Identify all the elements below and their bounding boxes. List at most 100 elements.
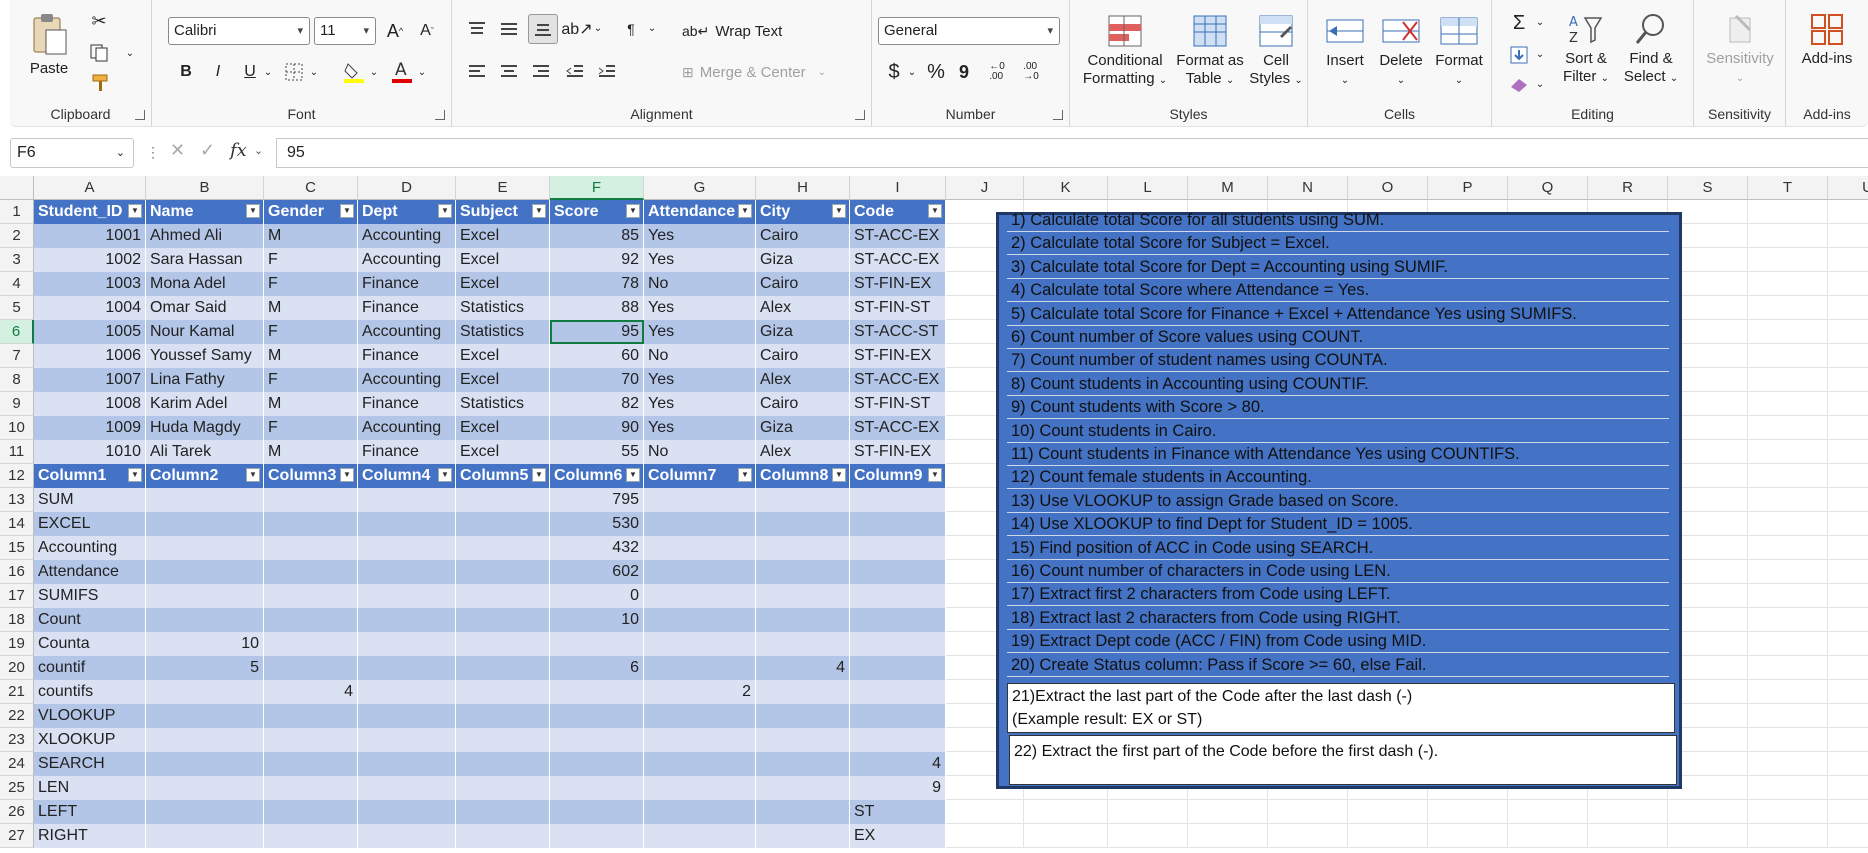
chevron-down-icon[interactable]: ⌄ <box>592 20 604 36</box>
empty-cell[interactable] <box>1748 200 1828 224</box>
empty-cell[interactable] <box>1268 824 1348 848</box>
chevron-down-icon[interactable]: ⌄ <box>262 62 274 82</box>
table-cell[interactable]: Lina Fathy <box>146 368 264 392</box>
font-launcher-icon[interactable] <box>435 110 445 120</box>
table-cell[interactable] <box>756 680 850 704</box>
table-cell[interactable] <box>358 728 456 752</box>
borders-icon[interactable] <box>282 60 306 84</box>
table-header-cell[interactable]: Column1 ▼ <box>34 464 146 488</box>
table-cell[interactable]: M <box>264 440 358 464</box>
table-cell[interactable]: ST-ACC-EX <box>850 368 946 392</box>
row-header[interactable]: 22 <box>0 704 34 728</box>
table-cell[interactable]: ST-ACC-ST <box>850 320 946 344</box>
table-cell[interactable] <box>644 560 756 584</box>
column-header-b[interactable]: B <box>146 176 264 200</box>
empty-cell[interactable] <box>1828 608 1868 632</box>
empty-cell[interactable] <box>1748 704 1828 728</box>
filter-dropdown-icon[interactable]: ▼ <box>928 468 942 482</box>
table-cell[interactable]: F <box>264 272 358 296</box>
table-cell[interactable] <box>264 512 358 536</box>
filter-dropdown-icon[interactable]: ▼ <box>246 204 260 218</box>
filter-dropdown-icon[interactable]: ▼ <box>626 468 640 482</box>
row-header[interactable]: 24 <box>0 752 34 776</box>
empty-cell[interactable] <box>1828 464 1868 488</box>
empty-cell[interactable] <box>1348 824 1428 848</box>
table-cell[interactable] <box>644 656 756 680</box>
empty-cell[interactable] <box>1748 368 1828 392</box>
cancel-icon[interactable]: ✕ <box>170 140 185 161</box>
chevron-down-icon[interactable]: ⌄ <box>124 46 136 60</box>
row-header[interactable]: 10 <box>0 416 34 440</box>
fill-color-icon[interactable] <box>342 58 366 86</box>
table-cell[interactable]: No <box>644 344 756 368</box>
empty-cell[interactable] <box>1748 440 1828 464</box>
empty-cell[interactable] <box>1748 728 1828 752</box>
table-cell[interactable]: 2 <box>644 680 756 704</box>
table-cell[interactable]: 9 <box>850 776 946 800</box>
table-cell[interactable]: Alex <box>756 368 850 392</box>
table-cell[interactable] <box>644 776 756 800</box>
filter-dropdown-icon[interactable]: ▼ <box>928 204 942 218</box>
table-header-cell[interactable]: City ▼ <box>756 200 850 224</box>
chevron-down-icon[interactable]: ⌄ <box>906 62 918 82</box>
table-cell[interactable]: 90 <box>550 416 644 440</box>
empty-cell[interactable] <box>1748 392 1828 416</box>
table-cell[interactable]: Yes <box>644 296 756 320</box>
table-cell[interactable] <box>146 608 264 632</box>
table-cell[interactable]: M <box>264 344 358 368</box>
empty-cell[interactable] <box>1024 824 1108 848</box>
table-cell[interactable]: 4 <box>756 656 850 680</box>
empty-cell[interactable] <box>1428 800 1508 824</box>
table-cell[interactable]: XLOOKUP <box>34 728 146 752</box>
table-cell[interactable] <box>358 632 456 656</box>
empty-cell[interactable] <box>1748 656 1828 680</box>
table-cell[interactable]: Yes <box>644 368 756 392</box>
chevron-down-icon[interactable]: ⌄ <box>308 62 320 82</box>
table-cell[interactable] <box>146 512 264 536</box>
column-header-d[interactable]: D <box>358 176 456 200</box>
empty-cell[interactable] <box>1668 800 1748 824</box>
filter-dropdown-icon[interactable]: ▼ <box>532 204 546 218</box>
filter-dropdown-icon[interactable]: ▼ <box>246 468 260 482</box>
find-select-button[interactable]: Find & Select ⌄ <box>1620 12 1682 88</box>
table-cell[interactable]: SUM <box>34 488 146 512</box>
row-header[interactable]: 20 <box>0 656 34 680</box>
addins-button[interactable]: Add-ins <box>1792 12 1862 68</box>
empty-cell[interactable] <box>1748 248 1828 272</box>
table-cell[interactable]: Giza <box>756 320 850 344</box>
table-cell[interactable] <box>756 824 850 848</box>
align-top-icon[interactable] <box>464 16 490 42</box>
empty-cell[interactable] <box>1828 248 1868 272</box>
table-cell[interactable]: 795 <box>550 488 644 512</box>
table-cell[interactable] <box>850 512 946 536</box>
table-cell[interactable]: Yes <box>644 248 756 272</box>
table-header-cell[interactable]: Student_ID ▼ <box>34 200 146 224</box>
text-direction-icon[interactable]: ¶ <box>618 16 644 42</box>
chevron-down-icon[interactable]: ⌄ <box>416 62 428 82</box>
empty-cell[interactable] <box>1828 440 1868 464</box>
table-cell[interactable] <box>456 752 550 776</box>
column-header-t[interactable]: T <box>1748 176 1828 200</box>
empty-cell[interactable] <box>1828 512 1868 536</box>
table-cell[interactable] <box>550 800 644 824</box>
table-cell[interactable]: 88 <box>550 296 644 320</box>
table-cell[interactable] <box>550 632 644 656</box>
decrease-indent-icon[interactable] <box>562 58 588 84</box>
row-header[interactable]: 26 <box>0 800 34 824</box>
table-cell[interactable]: Mona Adel <box>146 272 264 296</box>
insert-button[interactable]: Insert ⌄ <box>1318 14 1372 90</box>
table-cell[interactable] <box>456 608 550 632</box>
row-header[interactable]: 15 <box>0 536 34 560</box>
row-header[interactable]: 5 <box>0 296 34 320</box>
table-cell[interactable] <box>264 488 358 512</box>
table-cell[interactable]: F <box>264 416 358 440</box>
increase-font-icon[interactable]: A ^ <box>382 18 408 44</box>
table-cell[interactable]: Statistics <box>456 392 550 416</box>
empty-cell[interactable] <box>1748 632 1828 656</box>
table-cell[interactable]: Ali Tarek <box>146 440 264 464</box>
table-cell[interactable]: Accounting <box>358 416 456 440</box>
table-header-cell[interactable]: Column2 ▼ <box>146 464 264 488</box>
decrease-decimal-icon[interactable]: .00 →0 <box>1018 60 1044 84</box>
table-cell[interactable] <box>264 728 358 752</box>
table-cell[interactable] <box>756 752 850 776</box>
